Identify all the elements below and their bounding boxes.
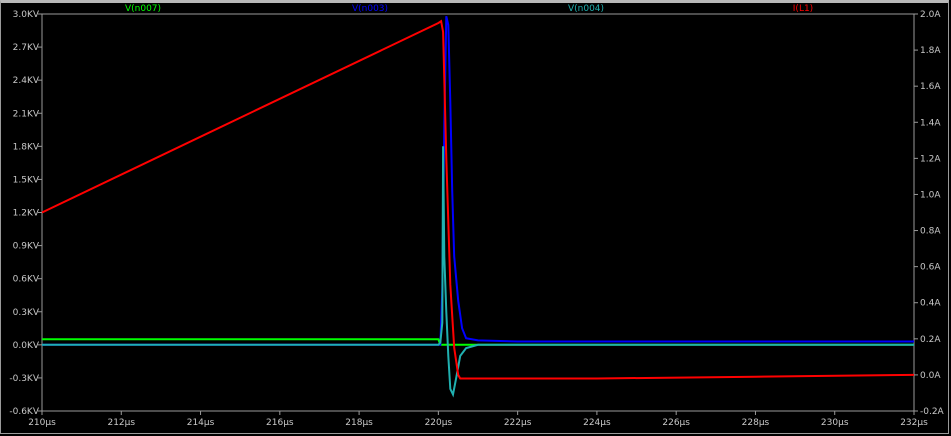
y-right-tick-label: 0.6A xyxy=(920,263,941,273)
y-left-tick-label: -0.6KV xyxy=(9,407,39,417)
x-tick-label: 228µs xyxy=(742,418,770,428)
y-left-tick-label: 0.0KV xyxy=(13,341,40,351)
x-tick-label: 216µs xyxy=(266,418,294,428)
legend-entry[interactable]: V(n003) xyxy=(352,4,388,14)
y-left-tick-label: 0.3KV xyxy=(13,308,40,318)
legend-entry[interactable]: V(n004) xyxy=(568,4,604,14)
y-right-tick-label: 1.8A xyxy=(920,46,941,56)
x-tick-label: 212µs xyxy=(107,418,135,428)
x-tick-label: 214µs xyxy=(187,418,215,428)
y-right-tick-label: 0.0A xyxy=(920,371,941,381)
y-left-tick-label: 2.7KV xyxy=(13,43,40,53)
y-right-tick-label: 0.4A xyxy=(920,299,941,309)
y-right-tick-label: 2.0A xyxy=(920,10,941,20)
x-tick-label: 230µs xyxy=(821,418,849,428)
x-tick-label: 224µs xyxy=(583,418,611,428)
y-right-tick-label: 1.4A xyxy=(920,118,941,128)
x-tick-label: 222µs xyxy=(504,418,532,428)
y-left-tick-label: 2.1KV xyxy=(13,109,40,119)
trace-vn003[interactable] xyxy=(42,15,914,346)
y-right-tick-label: 1.0A xyxy=(920,190,941,200)
y-left-tick-label: -0.3KV xyxy=(9,374,39,384)
y-right-tick-label: 1.6A xyxy=(920,82,941,92)
y-right-tick-label: -0.2A xyxy=(920,407,945,417)
y-right-tick-label: 1.2A xyxy=(920,154,941,164)
y-left-tick-label: 1.8KV xyxy=(13,142,40,152)
y-left-tick-label: 2.4KV xyxy=(13,76,40,86)
waveform-plot[interactable]: 210µs 212µs 214µs 216µs 218µs 220µs 222µs 224µs… xyxy=(0,0,951,436)
y-left-tick-label: 0.9KV xyxy=(13,242,40,252)
y-left-tick-label: 1.5KV xyxy=(13,175,40,185)
trace-il1[interactable] xyxy=(41,19,915,380)
y-right-tick-label: 0.2A xyxy=(920,335,941,345)
x-tick-label: 220µs xyxy=(425,418,453,428)
y-right-tick-label: 0.8A xyxy=(920,227,941,237)
x-tick-label: 232µs xyxy=(900,418,928,428)
y-left-tick-label: 0.6KV xyxy=(13,275,40,285)
legend-entry[interactable]: I(L1) xyxy=(793,4,813,14)
trace-vn004[interactable] xyxy=(42,146,914,398)
legend-entry[interactable]: V(n007) xyxy=(125,4,161,14)
y-left-tick-label: 3.0KV xyxy=(13,10,40,20)
x-tick-label: 226µs xyxy=(662,418,690,428)
y-left-tick-label: 1.2KV xyxy=(13,209,40,219)
plot-area xyxy=(41,13,915,412)
x-tick-label: 210µs xyxy=(28,418,56,428)
x-tick-label: 218µs xyxy=(345,418,373,428)
